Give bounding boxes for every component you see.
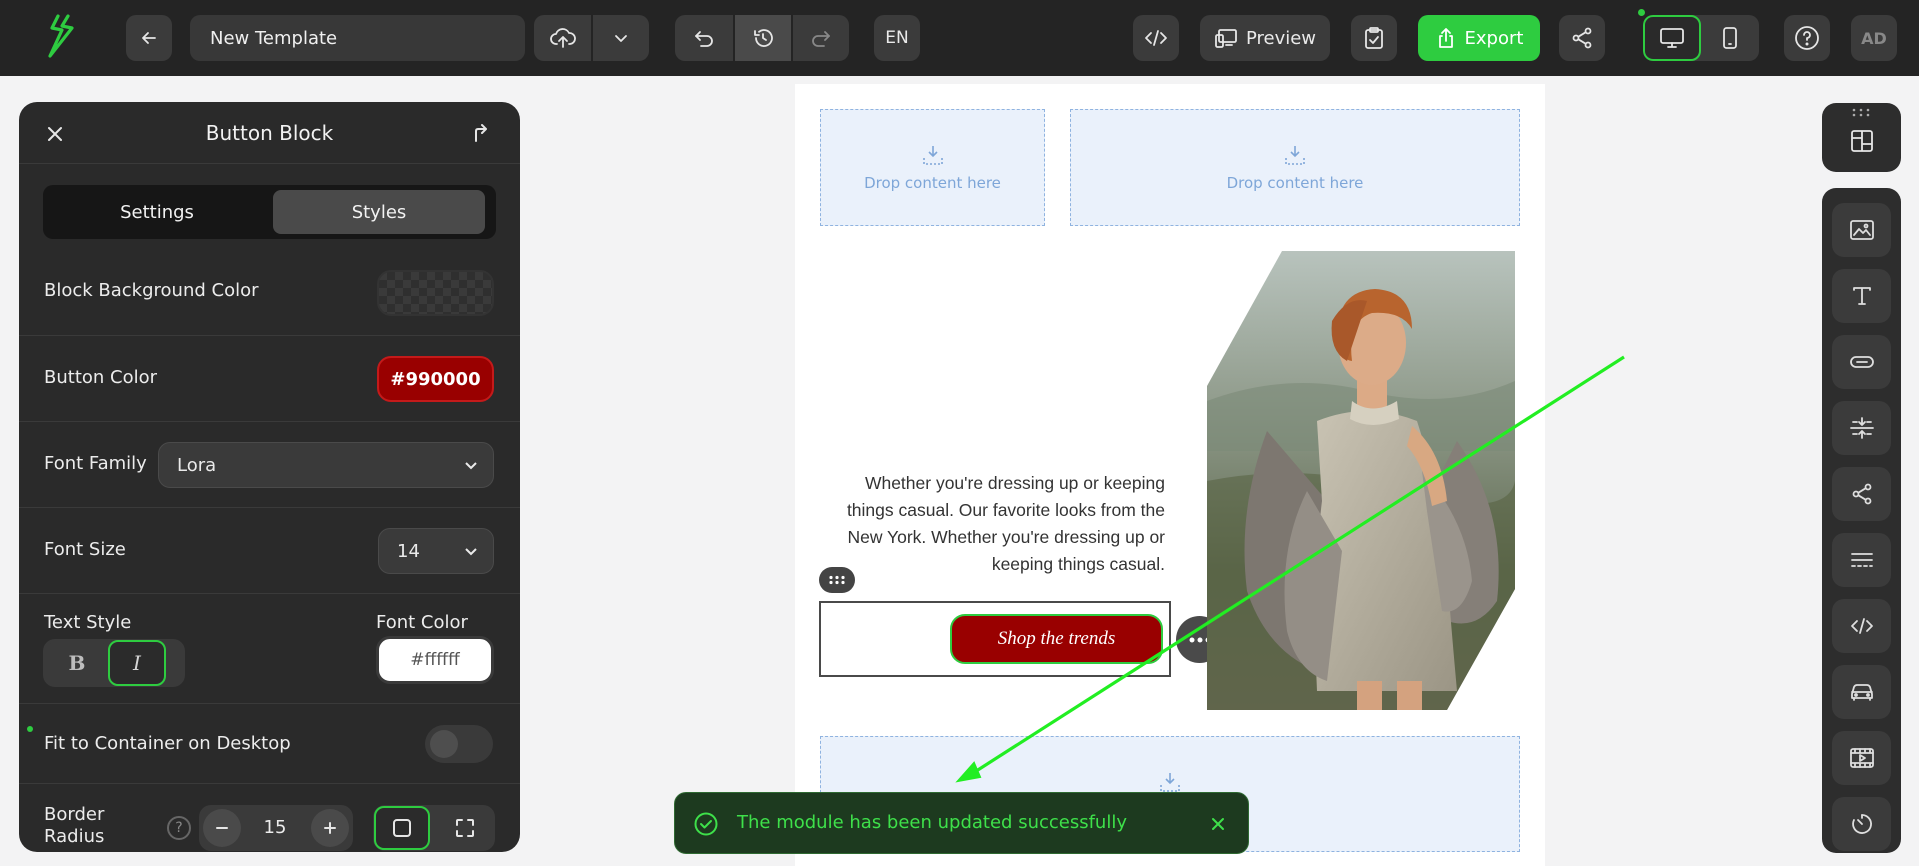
- spacer-icon: [1849, 417, 1874, 439]
- block-bg-label: Block Background Color: [44, 280, 259, 301]
- tab-styles[interactable]: Styles: [273, 190, 485, 234]
- text-block-button[interactable]: [1832, 269, 1891, 323]
- bold-button[interactable]: B: [46, 642, 108, 684]
- text-style-row: Text Style Font Color B I #ffffff: [19, 594, 520, 704]
- html-icon: [1850, 618, 1873, 634]
- timer-icon: [1851, 814, 1872, 834]
- layout-blocks-button[interactable]: [1822, 103, 1901, 172]
- border-radius-help-icon[interactable]: ?: [167, 816, 191, 840]
- divider-icon: [1850, 553, 1873, 567]
- check-circle-icon: [694, 812, 718, 836]
- button-icon: [1849, 356, 1874, 368]
- fit-container-toggle[interactable]: [425, 725, 493, 763]
- minus-icon: [216, 827, 228, 829]
- toast-close-button[interactable]: [1207, 813, 1229, 835]
- car-icon: [1850, 684, 1873, 701]
- tab-settings[interactable]: Settings: [49, 190, 265, 234]
- button-block-panel: Button Block Settings Styles Block Backg…: [19, 102, 520, 852]
- button-color-row: Button Color #990000: [19, 336, 520, 422]
- content-blocks-toolbar: [1822, 188, 1901, 853]
- italic-button[interactable]: I: [108, 640, 166, 686]
- panel-title: Button Block: [205, 121, 334, 145]
- font-color-label: Font Color: [376, 612, 468, 633]
- changed-indicator-dot: [27, 726, 33, 732]
- close-icon: [1212, 818, 1224, 830]
- divider-block-button[interactable]: [1832, 533, 1891, 587]
- font-family-row: Font Family Lora: [19, 422, 520, 508]
- border-radius-row: Border Radius ? 15: [19, 784, 520, 852]
- plus-icon: [324, 822, 336, 834]
- text-style-label: Text Style: [44, 612, 132, 633]
- image-icon: [1849, 220, 1874, 240]
- block-bg-row: Block Background Color: [19, 250, 520, 336]
- product-block-button[interactable]: [1832, 665, 1891, 719]
- button-block-button[interactable]: [1832, 335, 1891, 389]
- arrow-up-turn-icon: [475, 124, 487, 142]
- block-bg-swatch[interactable]: [377, 270, 494, 316]
- corners-icon: [456, 819, 474, 837]
- spacer-block-button[interactable]: [1832, 401, 1891, 455]
- panel-header: Button Block: [19, 102, 520, 164]
- chevron-down-icon: [463, 543, 479, 559]
- font-family-value: Lora: [177, 454, 217, 476]
- border-radius-label-line1: Border: [44, 804, 105, 825]
- html-block-button[interactable]: [1832, 599, 1891, 653]
- individual-radius-button[interactable]: [437, 806, 493, 850]
- font-size-select[interactable]: 14: [378, 528, 494, 574]
- square-icon: [393, 819, 411, 837]
- font-size-value: 14: [397, 540, 420, 562]
- social-icon: [1852, 483, 1871, 505]
- video-icon: [1849, 748, 1874, 768]
- layout-icon: [1851, 130, 1873, 152]
- border-radius-label-line2: Radius: [44, 826, 105, 847]
- fit-container-row: Fit to Container on Desktop: [19, 704, 520, 784]
- decrement-button[interactable]: [203, 809, 241, 847]
- chevron-down-icon: [463, 457, 479, 473]
- bold-label: B: [68, 651, 86, 675]
- success-toast: The module has been updated successfully: [674, 792, 1249, 854]
- font-size-label: Font Size: [44, 539, 126, 560]
- increment-button[interactable]: [311, 809, 349, 847]
- border-radius-label: Border Radius: [44, 804, 104, 848]
- italic-label: I: [133, 651, 141, 675]
- grip-dots-icon: [1852, 108, 1870, 117]
- panel-action-button[interactable]: [469, 121, 493, 145]
- button-color-label: Button Color: [44, 367, 158, 388]
- image-block-button[interactable]: [1832, 203, 1891, 257]
- timer-block-button[interactable]: [1832, 797, 1891, 851]
- fit-container-label: Fit to Container on Desktop: [44, 733, 291, 754]
- video-block-button[interactable]: [1832, 731, 1891, 785]
- social-block-button[interactable]: [1832, 467, 1891, 521]
- button-color-swatch[interactable]: #990000: [377, 356, 494, 402]
- panel-tabs: Settings Styles: [43, 185, 496, 239]
- uniform-radius-button[interactable]: [374, 806, 430, 850]
- toast-message: The module has been updated successfully: [737, 812, 1127, 833]
- font-family-label: Font Family: [44, 453, 147, 474]
- border-radius-value[interactable]: 15: [249, 817, 301, 838]
- font-color-swatch[interactable]: #ffffff: [376, 636, 494, 684]
- font-size-row: Font Size 14: [19, 508, 520, 594]
- text-icon: [1852, 287, 1871, 305]
- font-family-select[interactable]: Lora: [158, 442, 494, 488]
